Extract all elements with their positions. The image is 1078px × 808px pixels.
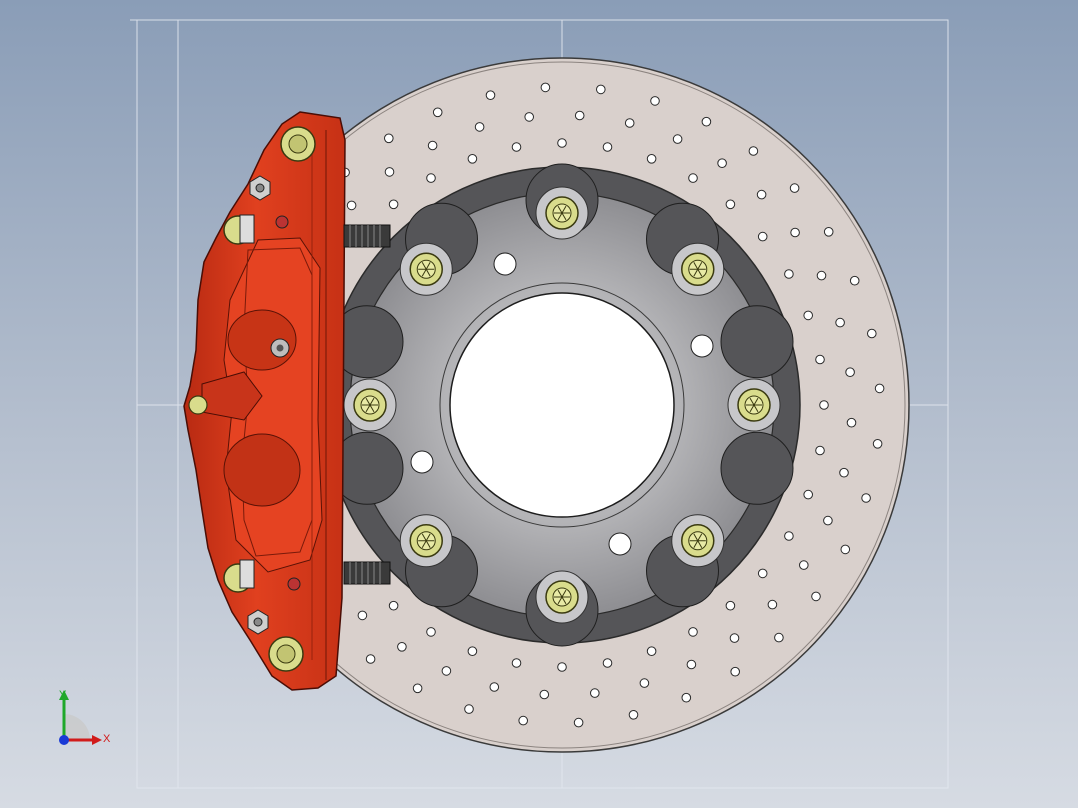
drilled-hole xyxy=(628,710,639,720)
drilled-hole xyxy=(511,142,522,152)
drilled-hole xyxy=(845,367,855,378)
drilled-hole xyxy=(861,493,871,503)
drilled-hole xyxy=(839,467,849,478)
drilled-hole xyxy=(646,646,657,657)
drilled-hole xyxy=(467,154,478,164)
drilled-hole xyxy=(757,568,768,579)
drilled-hole xyxy=(819,400,829,410)
drilled-hole xyxy=(784,269,794,279)
drilled-hole xyxy=(767,599,778,610)
drilled-hole xyxy=(872,439,883,449)
drilled-hole xyxy=(432,107,443,118)
drilled-hole xyxy=(815,445,825,456)
x-axis-label: X xyxy=(103,733,111,745)
drilled-hole xyxy=(730,666,741,677)
drilled-hole xyxy=(639,678,650,688)
drilled-hole xyxy=(756,189,767,200)
drilled-hole xyxy=(357,610,368,621)
drilled-hole xyxy=(397,642,407,652)
drilled-hole xyxy=(748,146,759,156)
drilled-hole xyxy=(388,199,399,210)
drilled-hole xyxy=(427,140,438,151)
drilled-hole xyxy=(474,122,485,132)
drilled-hole xyxy=(557,662,567,672)
hat-bolt[interactable] xyxy=(671,514,725,568)
hat-scallop xyxy=(720,305,794,379)
brake-assembly-model[interactable] xyxy=(0,0,1078,808)
drilled-hole xyxy=(874,383,885,394)
drilled-hole xyxy=(717,158,727,168)
drilled-hole xyxy=(846,417,857,428)
drilled-hole xyxy=(784,531,794,541)
drilled-hole xyxy=(524,112,535,122)
drilled-hole xyxy=(867,328,877,339)
drilled-hole xyxy=(441,666,452,676)
drilled-hole xyxy=(511,658,522,668)
drilled-hole xyxy=(426,173,436,183)
drilled-hole xyxy=(729,633,740,643)
drilled-hole xyxy=(803,489,814,500)
drilled-hole xyxy=(823,227,834,237)
drilled-hole xyxy=(602,658,613,668)
drilled-hole xyxy=(540,82,551,93)
drilled-hole xyxy=(518,715,529,726)
hat-bolt[interactable] xyxy=(535,186,589,240)
drilled-hole xyxy=(574,110,585,121)
drilled-hole xyxy=(650,96,660,106)
drilled-hole xyxy=(596,84,606,95)
drilled-hole xyxy=(686,659,697,670)
cad-viewport[interactable]: X Y xyxy=(0,0,1078,808)
drilled-hole xyxy=(774,632,784,643)
hat-bolt[interactable] xyxy=(343,378,397,432)
drilled-hole xyxy=(803,310,814,321)
drilled-hole xyxy=(688,173,698,183)
drilled-hole xyxy=(815,354,825,365)
drilled-hole xyxy=(624,118,635,128)
drilled-hole xyxy=(811,591,821,602)
drilled-hole xyxy=(701,116,712,127)
hat-scallop xyxy=(720,431,794,505)
drilled-hole xyxy=(835,317,845,328)
drilled-hole xyxy=(840,544,851,555)
drilled-hole xyxy=(849,275,860,286)
y-axis-label: Y xyxy=(59,689,67,701)
drilled-hole xyxy=(681,692,692,703)
hat-bolt[interactable] xyxy=(671,242,725,296)
drilled-hole xyxy=(672,134,683,144)
hat-bolt[interactable] xyxy=(399,242,453,296)
drilled-hole xyxy=(790,227,800,238)
hat-bolt[interactable] xyxy=(727,378,781,432)
drilled-hole xyxy=(590,688,600,698)
drilled-hole xyxy=(646,154,657,164)
hat-bolt[interactable] xyxy=(399,514,453,568)
drilled-hole xyxy=(485,90,496,100)
drilled-hole xyxy=(489,682,500,692)
drilled-hole xyxy=(384,167,395,177)
drilled-hole xyxy=(464,704,474,714)
drilled-hole xyxy=(725,199,736,210)
drilled-hole xyxy=(688,627,698,637)
drilled-hole xyxy=(557,138,567,148)
drilled-hole xyxy=(426,627,436,637)
drilled-hole xyxy=(816,270,827,281)
drilled-hole xyxy=(573,717,584,728)
drilled-hole xyxy=(346,200,357,211)
drilled-hole xyxy=(789,183,800,193)
drilled-hole xyxy=(467,646,478,657)
drilled-hole xyxy=(799,560,809,570)
drilled-hole xyxy=(384,133,394,144)
drilled-hole xyxy=(365,654,376,664)
drilled-hole xyxy=(539,689,550,700)
drilled-hole xyxy=(412,683,423,694)
drilled-hole xyxy=(823,515,833,526)
hat-bolt[interactable] xyxy=(535,570,589,624)
drilled-hole xyxy=(388,600,399,611)
drilled-hole xyxy=(757,231,768,242)
drilled-hole xyxy=(602,142,613,152)
drilled-hole xyxy=(725,600,736,611)
